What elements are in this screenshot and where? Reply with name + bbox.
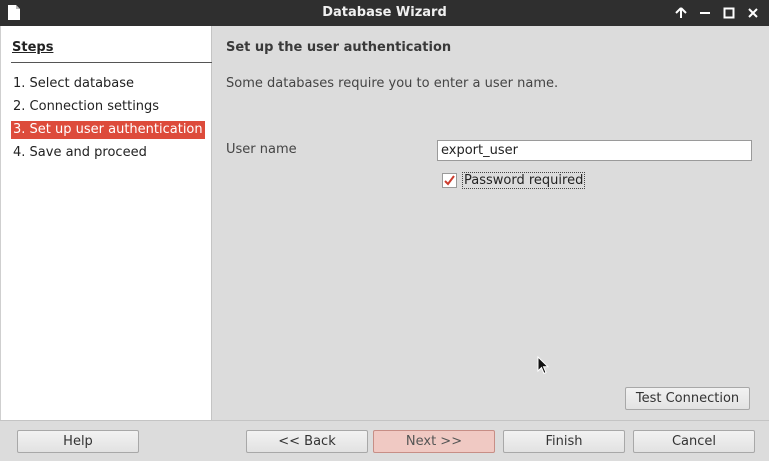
step-save-and-proceed[interactable]: 4. Save and proceed <box>11 144 149 162</box>
main-panel: Set up the user authentication Some data… <box>213 26 769 420</box>
next-button[interactable]: Next >> <box>373 430 495 453</box>
step-user-authentication[interactable]: 3. Set up user authentication <box>11 121 205 139</box>
button-bar: Help << Back Next >> Finish Cancel <box>0 420 769 461</box>
window-title: Database Wizard <box>322 5 447 20</box>
checkmark-icon <box>444 175 455 186</box>
user-name-input[interactable] <box>437 140 752 161</box>
maximize-icon[interactable] <box>720 4 738 22</box>
step-connection-settings[interactable]: 2. Connection settings <box>11 98 161 116</box>
steps-panel: Steps 1. Select database 2. Connection s… <box>0 26 212 420</box>
mouse-pointer-icon <box>537 355 550 375</box>
back-button[interactable]: << Back <box>246 430 368 453</box>
page-description: Some databases require you to enter a us… <box>226 76 559 91</box>
finish-button[interactable]: Finish <box>503 430 625 453</box>
minimize-icon[interactable] <box>696 4 714 22</box>
close-icon[interactable] <box>744 4 762 22</box>
user-name-label: User name <box>226 142 297 157</box>
page-heading: Set up the user authentication <box>226 40 452 55</box>
password-required-label[interactable]: Password required <box>462 172 586 189</box>
keep-above-icon[interactable] <box>672 4 690 22</box>
steps-divider <box>11 62 212 63</box>
steps-title: Steps <box>12 40 54 55</box>
help-button[interactable]: Help <box>17 430 139 453</box>
password-required-checkbox[interactable] <box>442 173 457 188</box>
cancel-button[interactable]: Cancel <box>633 430 755 453</box>
step-select-database[interactable]: 1. Select database <box>11 75 136 93</box>
title-bar: Database Wizard <box>0 0 769 26</box>
test-connection-button[interactable]: Test Connection <box>625 387 750 410</box>
